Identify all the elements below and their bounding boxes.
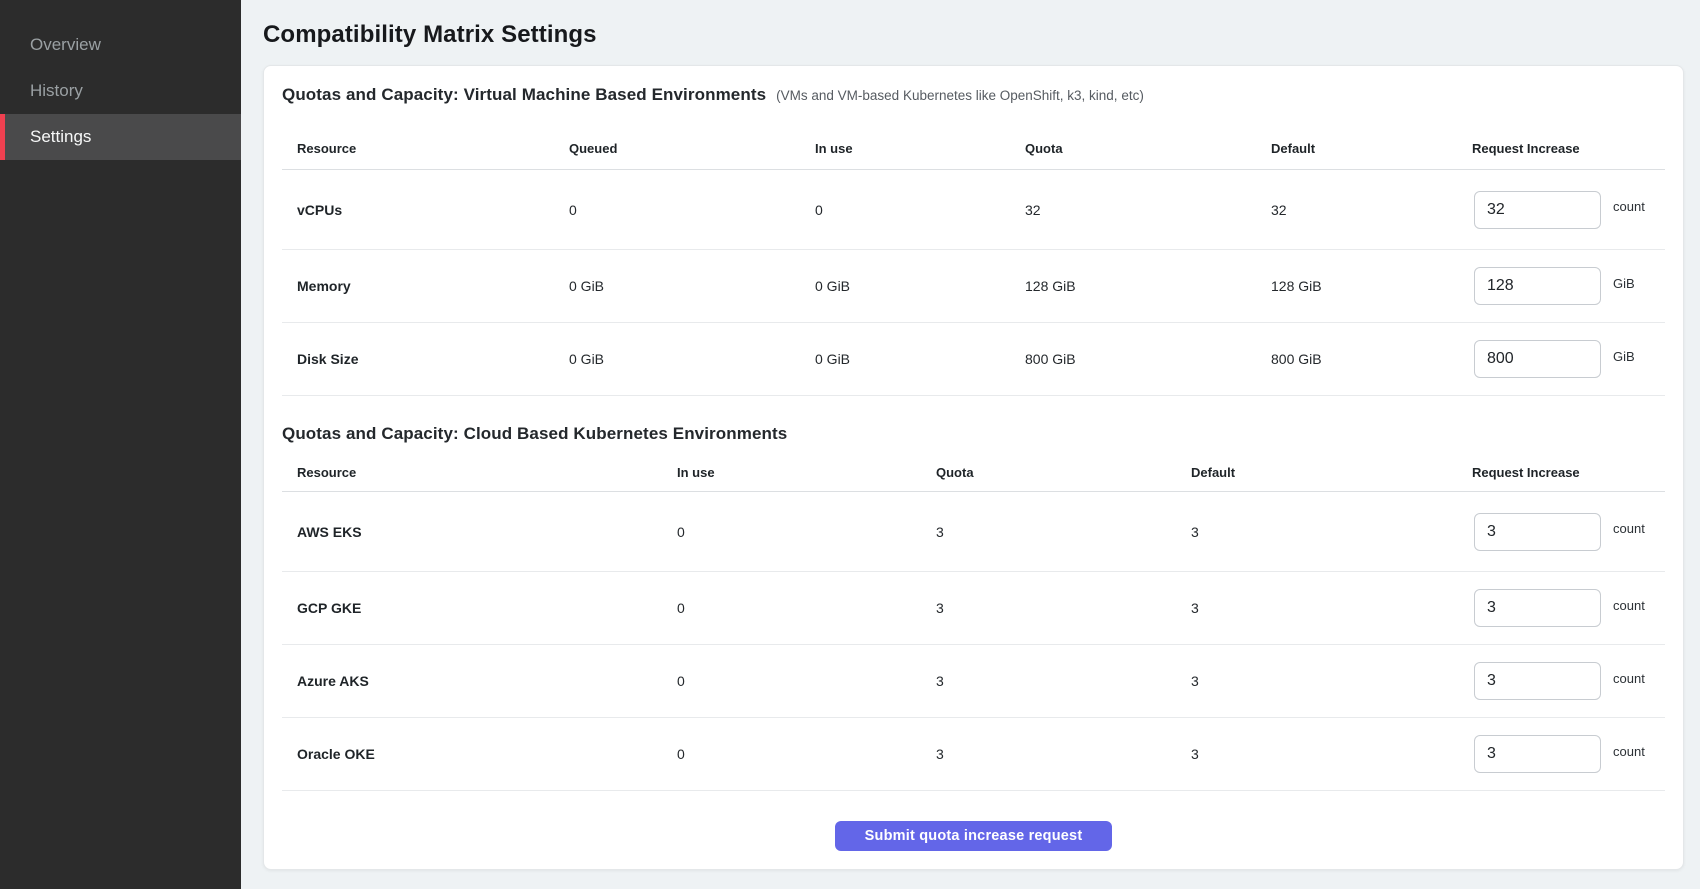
unit-label: GiB xyxy=(1613,349,1635,364)
in-use-value: 0 xyxy=(677,600,936,616)
request-increase-cell: GiB xyxy=(1472,340,1665,378)
request-increase-input-azure-aks[interactable] xyxy=(1474,662,1601,700)
request-increase-cell: count xyxy=(1472,513,1665,551)
table-row-vcpus: vCPUs 0 0 32 32 count xyxy=(282,170,1665,250)
in-use-value: 0 GiB xyxy=(815,278,1025,294)
column-header-in-use: In use xyxy=(815,141,1025,156)
resource-name: GCP GKE xyxy=(282,600,677,616)
sidebar-item-label: History xyxy=(30,81,83,101)
queued-value: 0 GiB xyxy=(569,278,815,294)
in-use-value: 0 xyxy=(677,746,936,762)
sidebar-item-label: Settings xyxy=(30,127,91,147)
app-root: Overview History Settings Compatibility … xyxy=(0,0,1700,889)
quota-value: 32 xyxy=(1025,202,1271,218)
quota-value: 3 xyxy=(936,673,1191,689)
column-header-request-increase: Request Increase xyxy=(1472,465,1665,480)
default-value: 128 GiB xyxy=(1271,278,1472,294)
request-increase-cell: count xyxy=(1472,191,1665,229)
table-header-row: Resource Queued In use Quota Default Req… xyxy=(282,112,1665,170)
quota-value: 3 xyxy=(936,600,1191,616)
sidebar-item-overview[interactable]: Overview xyxy=(0,22,241,68)
table-row-aws-eks: AWS EKS 0 3 3 count xyxy=(282,492,1665,572)
section-heading-vm: Quotas and Capacity: Virtual Machine Bas… xyxy=(282,78,1665,112)
default-value: 800 GiB xyxy=(1271,351,1472,367)
vm-quota-table: Resource Queued In use Quota Default Req… xyxy=(282,112,1665,396)
default-value: 3 xyxy=(1191,673,1472,689)
unit-label: GiB xyxy=(1613,276,1635,291)
request-increase-cell: GiB xyxy=(1472,267,1665,305)
default-value: 3 xyxy=(1191,746,1472,762)
table-header-row: Resource In use Quota Default Request In… xyxy=(282,451,1665,492)
section-title: Quotas and Capacity: Cloud Based Kuberne… xyxy=(282,424,787,444)
sidebar-item-settings[interactable]: Settings xyxy=(0,114,241,160)
quota-value: 3 xyxy=(936,746,1191,762)
request-increase-input-memory[interactable] xyxy=(1474,267,1601,305)
section-heading-cloud-k8s: Quotas and Capacity: Cloud Based Kuberne… xyxy=(282,417,1665,451)
queued-value: 0 GiB xyxy=(569,351,815,367)
resource-name: Disk Size xyxy=(282,351,569,367)
unit-label: count xyxy=(1613,671,1645,686)
column-header-in-use: In use xyxy=(677,465,936,480)
request-increase-input-oracle-oke[interactable] xyxy=(1474,735,1601,773)
quota-value: 128 GiB xyxy=(1025,278,1271,294)
sidebar-item-label: Overview xyxy=(30,35,101,55)
page-title: Compatibility Matrix Settings xyxy=(263,20,1684,50)
unit-label: count xyxy=(1613,598,1645,613)
table-row-azure-aks: Azure AKS 0 3 3 count xyxy=(282,645,1665,718)
request-increase-input-vcpus[interactable] xyxy=(1474,191,1601,229)
column-header-queued: Queued xyxy=(569,141,815,156)
sidebar-item-history[interactable]: History xyxy=(0,68,241,114)
quota-value: 3 xyxy=(936,524,1191,540)
quota-value: 800 GiB xyxy=(1025,351,1271,367)
unit-label: count xyxy=(1613,199,1645,214)
column-header-resource: Resource xyxy=(282,141,569,156)
column-header-default: Default xyxy=(1271,141,1472,156)
column-header-resource: Resource xyxy=(282,465,677,480)
resource-name: Memory xyxy=(282,278,569,294)
unit-label: count xyxy=(1613,521,1645,536)
quota-settings-card: Quotas and Capacity: Virtual Machine Bas… xyxy=(263,65,1684,870)
request-increase-cell: count xyxy=(1472,735,1665,773)
section-note: (VMs and VM-based Kubernetes like OpenSh… xyxy=(776,88,1144,103)
unit-label: count xyxy=(1613,744,1645,759)
table-row-memory: Memory 0 GiB 0 GiB 128 GiB 128 GiB GiB xyxy=(282,250,1665,323)
default-value: 32 xyxy=(1271,202,1472,218)
active-accent-bar xyxy=(0,114,5,160)
request-increase-cell: count xyxy=(1472,589,1665,627)
default-value: 3 xyxy=(1191,600,1472,616)
in-use-value: 0 GiB xyxy=(815,351,1025,367)
column-header-request-increase: Request Increase xyxy=(1472,141,1665,156)
request-increase-input-gcp-gke[interactable] xyxy=(1474,589,1601,627)
column-header-quota: Quota xyxy=(936,465,1191,480)
table-row-disk-size: Disk Size 0 GiB 0 GiB 800 GiB 800 GiB Gi… xyxy=(282,323,1665,396)
section-title: Quotas and Capacity: Virtual Machine Bas… xyxy=(282,85,766,105)
cloud-k8s-quota-table: Resource In use Quota Default Request In… xyxy=(282,451,1665,791)
in-use-value: 0 xyxy=(677,524,936,540)
column-header-quota: Quota xyxy=(1025,141,1271,156)
request-increase-cell: count xyxy=(1472,662,1665,700)
sidebar: Overview History Settings xyxy=(0,0,241,889)
button-row: Submit quota increase request xyxy=(282,821,1665,851)
main-content: Compatibility Matrix Settings Quotas and… xyxy=(241,0,1700,889)
resource-name: Oracle OKE xyxy=(282,746,677,762)
request-increase-input-disk-size[interactable] xyxy=(1474,340,1601,378)
table-row-gcp-gke: GCP GKE 0 3 3 count xyxy=(282,572,1665,645)
default-value: 3 xyxy=(1191,524,1472,540)
in-use-value: 0 xyxy=(677,673,936,689)
table-row-oracle-oke: Oracle OKE 0 3 3 count xyxy=(282,718,1665,791)
resource-name: Azure AKS xyxy=(282,673,677,689)
in-use-value: 0 xyxy=(815,202,1025,218)
column-header-default: Default xyxy=(1191,465,1472,480)
queued-value: 0 xyxy=(569,202,815,218)
submit-quota-increase-button[interactable]: Submit quota increase request xyxy=(835,821,1113,851)
resource-name: vCPUs xyxy=(282,202,569,218)
resource-name: AWS EKS xyxy=(282,524,677,540)
request-increase-input-aws-eks[interactable] xyxy=(1474,513,1601,551)
